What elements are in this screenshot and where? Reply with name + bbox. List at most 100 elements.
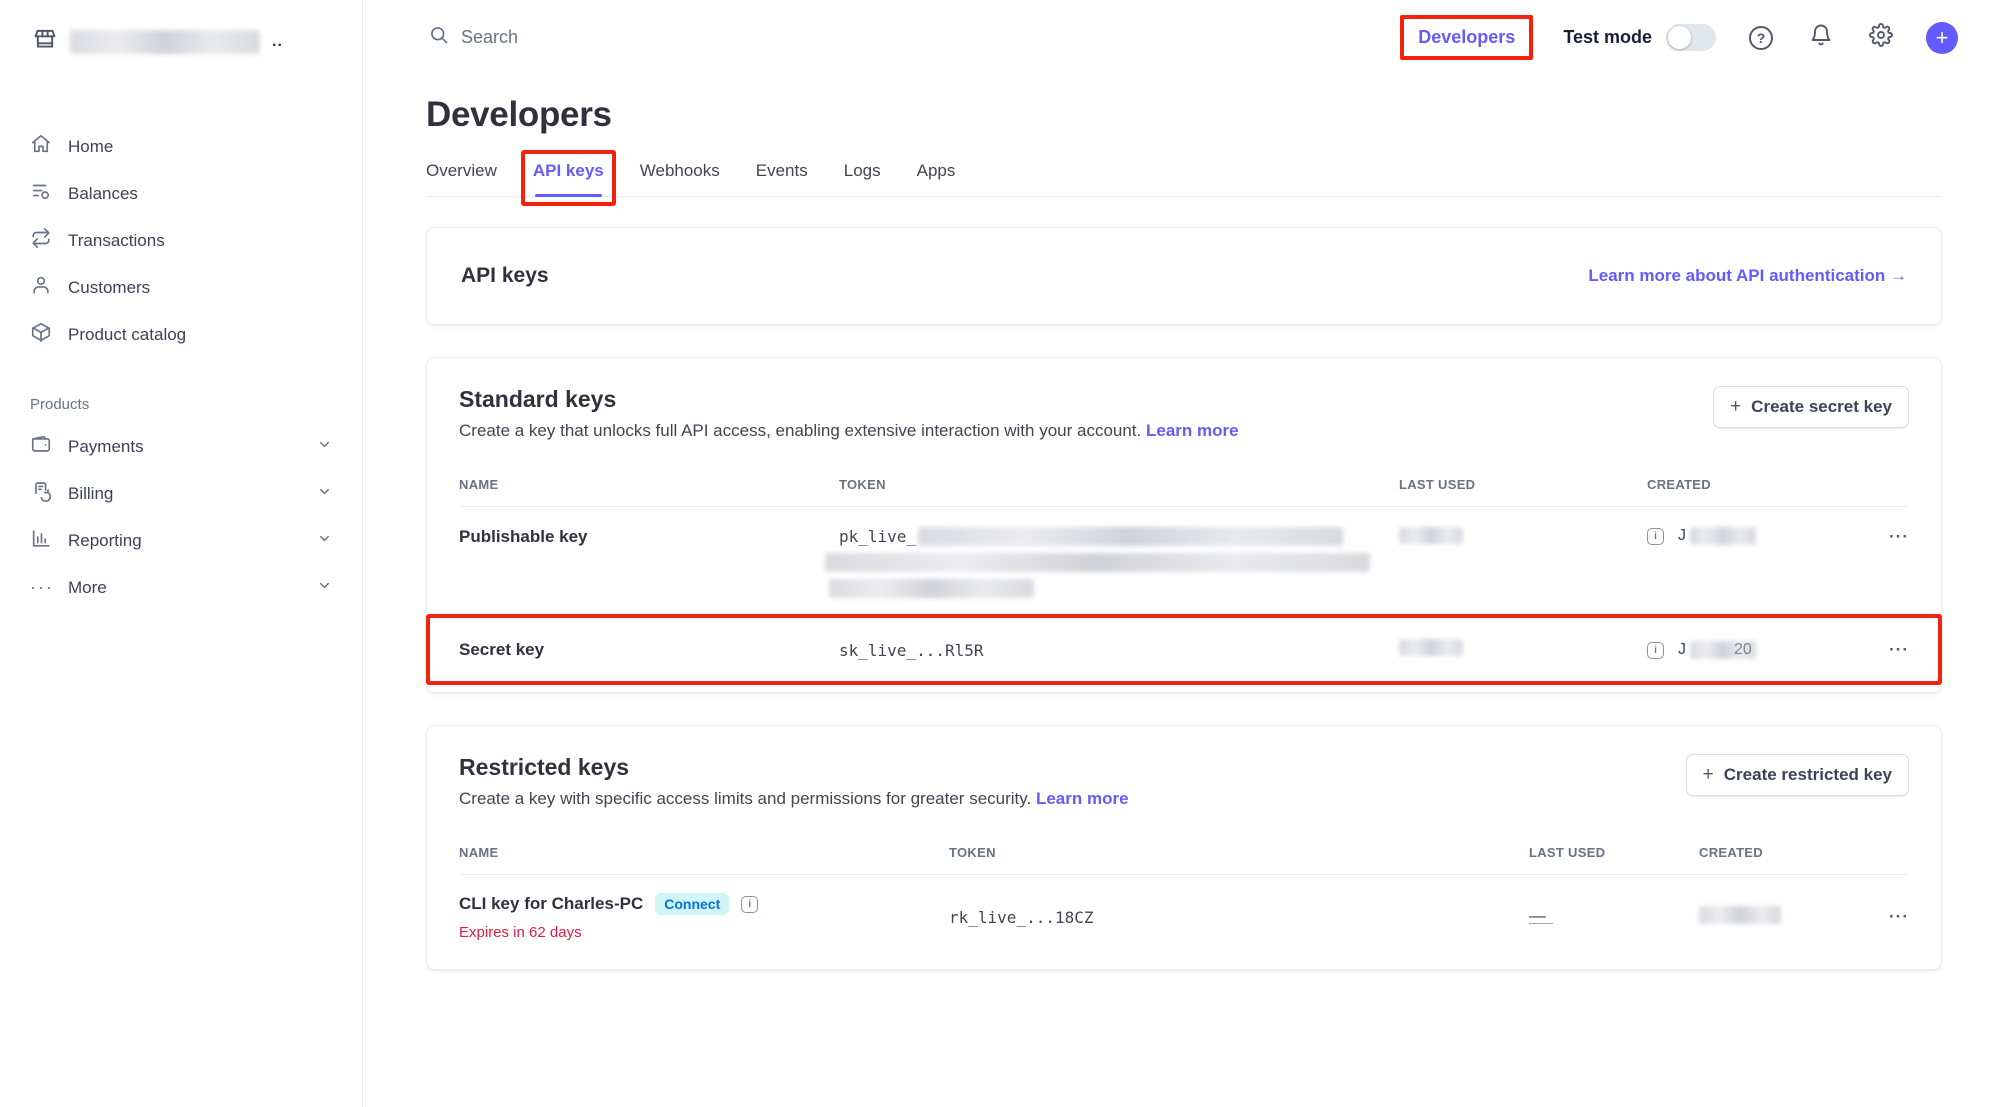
- tab-bar: Overview API keys Webhooks Events Logs A…: [426, 161, 1942, 197]
- table-header-row: NAME TOKEN LAST USED CREATED: [459, 831, 1909, 875]
- tab-events[interactable]: Events: [756, 161, 808, 196]
- tab-apps[interactable]: Apps: [917, 161, 956, 196]
- sidebar-item-label: Transactions: [68, 231, 165, 251]
- active-tab-underline: [535, 194, 602, 197]
- standard-keys-table: NAME TOKEN LAST USED CREATED Publishable…: [459, 463, 1909, 684]
- table-row-cli-key: CLI key for Charles-PC Connect i Expires…: [459, 875, 1909, 961]
- chevron-down-icon: [317, 437, 332, 457]
- api-keys-card: API keys Learn more about API authentica…: [426, 227, 1942, 325]
- plus-icon: +: [1936, 25, 1949, 51]
- sidebar-item-customers[interactable]: Customers: [30, 264, 338, 311]
- sidebar-item-home[interactable]: Home: [30, 123, 338, 170]
- col-token: TOKEN: [949, 831, 1529, 874]
- redacted-token: [825, 553, 1370, 572]
- col-last-used: LAST USED: [1529, 831, 1699, 874]
- invoice-icon: [30, 480, 52, 507]
- home-icon: [30, 133, 52, 160]
- api-keys-card-title: API keys: [461, 264, 549, 288]
- sidebar-item-billing[interactable]: Billing: [30, 470, 338, 517]
- tab-webhooks[interactable]: Webhooks: [640, 161, 720, 196]
- table-header-row: NAME TOKEN LAST USED CREATED: [459, 463, 1909, 507]
- sidebar-item-label: Billing: [68, 484, 301, 504]
- sidebar-item-label: Product catalog: [68, 325, 186, 345]
- test-mode-toggle[interactable]: [1666, 24, 1716, 51]
- created-prefix: J: [1678, 641, 1686, 659]
- standard-keys-description: Create a key that unlocks full API acces…: [459, 421, 1141, 440]
- chevron-down-icon: [317, 484, 332, 504]
- col-last-used: LAST USED: [1399, 463, 1647, 506]
- key-token: pk_live_: [839, 527, 1399, 598]
- balances-icon: [30, 180, 52, 207]
- restricted-keys-description: Create a key with specific access limits…: [459, 789, 1031, 808]
- redacted-token: [918, 527, 1343, 546]
- restricted-learn-more-link[interactable]: Learn more: [1036, 789, 1129, 808]
- create-restricted-key-label: Create restricted key: [1724, 765, 1892, 785]
- restricted-keys-table: NAME TOKEN LAST USED CREATED CLI key for…: [459, 831, 1909, 961]
- standard-learn-more-link[interactable]: Learn more: [1146, 421, 1239, 440]
- col-created: CREATED: [1699, 831, 1869, 874]
- tab-api-keys[interactable]: API keys: [533, 161, 604, 196]
- help-button[interactable]: ?: [1746, 23, 1776, 53]
- tab-api-keys-label: API keys: [533, 161, 604, 180]
- sidebar-item-reporting[interactable]: Reporting: [30, 517, 338, 564]
- key-token: rk_live_...18CZ: [949, 908, 1529, 927]
- sidebar: .. Home Balances: [0, 0, 363, 1107]
- create-secret-key-button[interactable]: + Create secret key: [1713, 386, 1909, 428]
- restricted-keys-title: Restricted keys: [459, 754, 1129, 781]
- standard-keys-title: Standard keys: [459, 386, 1239, 413]
- table-row-publishable-key: Publishable key pk_live_ i: [459, 507, 1909, 617]
- sidebar-item-balances[interactable]: Balances: [30, 170, 338, 217]
- redacted-account-name: [70, 30, 260, 54]
- storefront-icon: [32, 26, 58, 57]
- col-created: CREATED: [1647, 463, 1869, 506]
- tab-logs[interactable]: Logs: [844, 161, 881, 196]
- row-overflow-menu[interactable]: ···: [1869, 907, 1909, 927]
- chevron-down-icon: [317, 578, 332, 598]
- last-used-empty: —: [1529, 909, 1553, 924]
- sidebar-item-label: Balances: [68, 184, 138, 204]
- notifications-button[interactable]: [1806, 23, 1836, 53]
- table-row-secret-key: Secret key sk_live_...Rl5R i J 20: [459, 617, 1909, 684]
- info-icon[interactable]: i: [1647, 528, 1664, 545]
- standard-keys-card: Standard keys Create a key that unlocks …: [426, 357, 1942, 693]
- help-icon: ?: [1749, 26, 1773, 50]
- sidebar-item-transactions[interactable]: Transactions: [30, 217, 338, 264]
- account-switcher[interactable]: ..: [30, 22, 338, 65]
- created-prefix: J: [1678, 527, 1686, 545]
- redacted-created: [1699, 906, 1781, 924]
- learn-api-auth-link[interactable]: Learn more about API authentication →: [1588, 266, 1907, 286]
- col-token: TOKEN: [839, 463, 1399, 506]
- col-name: NAME: [459, 463, 839, 506]
- page-content: Developers Overview API keys Webhooks Ev…: [363, 75, 2000, 970]
- search-label: Search: [461, 27, 518, 48]
- sidebar-item-payments[interactable]: Payments: [30, 423, 338, 470]
- topbar: Search Developers Test mode ?: [363, 0, 2000, 75]
- create-button[interactable]: +: [1926, 22, 1958, 54]
- created-suffix: 20: [1734, 641, 1752, 659]
- search-input[interactable]: Search: [429, 25, 518, 50]
- create-secret-key-label: Create secret key: [1751, 397, 1892, 417]
- redacted-token: [829, 579, 1034, 598]
- key-name: Secret key: [459, 640, 839, 660]
- redacted-last-used: [1399, 527, 1463, 544]
- developers-link[interactable]: Developers: [1400, 15, 1533, 60]
- test-mode-control: Test mode: [1563, 24, 1716, 51]
- row-overflow-menu[interactable]: ···: [1869, 640, 1909, 660]
- sidebar-item-label: More: [68, 578, 301, 598]
- create-restricted-key-button[interactable]: + Create restricted key: [1686, 754, 1909, 796]
- account-name-suffix: ..: [272, 33, 283, 51]
- expires-warning: Expires in 62 days: [459, 924, 949, 941]
- test-mode-label: Test mode: [1563, 27, 1652, 48]
- sidebar-item-product-catalog[interactable]: Product catalog: [30, 311, 338, 358]
- sidebar-item-label: Reporting: [68, 531, 301, 551]
- customers-icon: [30, 274, 52, 301]
- info-icon[interactable]: i: [741, 896, 758, 913]
- package-icon: [30, 321, 52, 348]
- sidebar-item-more[interactable]: ··· More: [30, 564, 338, 611]
- col-name: NAME: [459, 831, 949, 874]
- row-overflow-menu[interactable]: ···: [1869, 527, 1909, 547]
- more-dots-icon: ···: [30, 577, 52, 598]
- info-icon[interactable]: i: [1647, 642, 1664, 659]
- tab-overview[interactable]: Overview: [426, 161, 497, 196]
- settings-button[interactable]: [1866, 23, 1896, 53]
